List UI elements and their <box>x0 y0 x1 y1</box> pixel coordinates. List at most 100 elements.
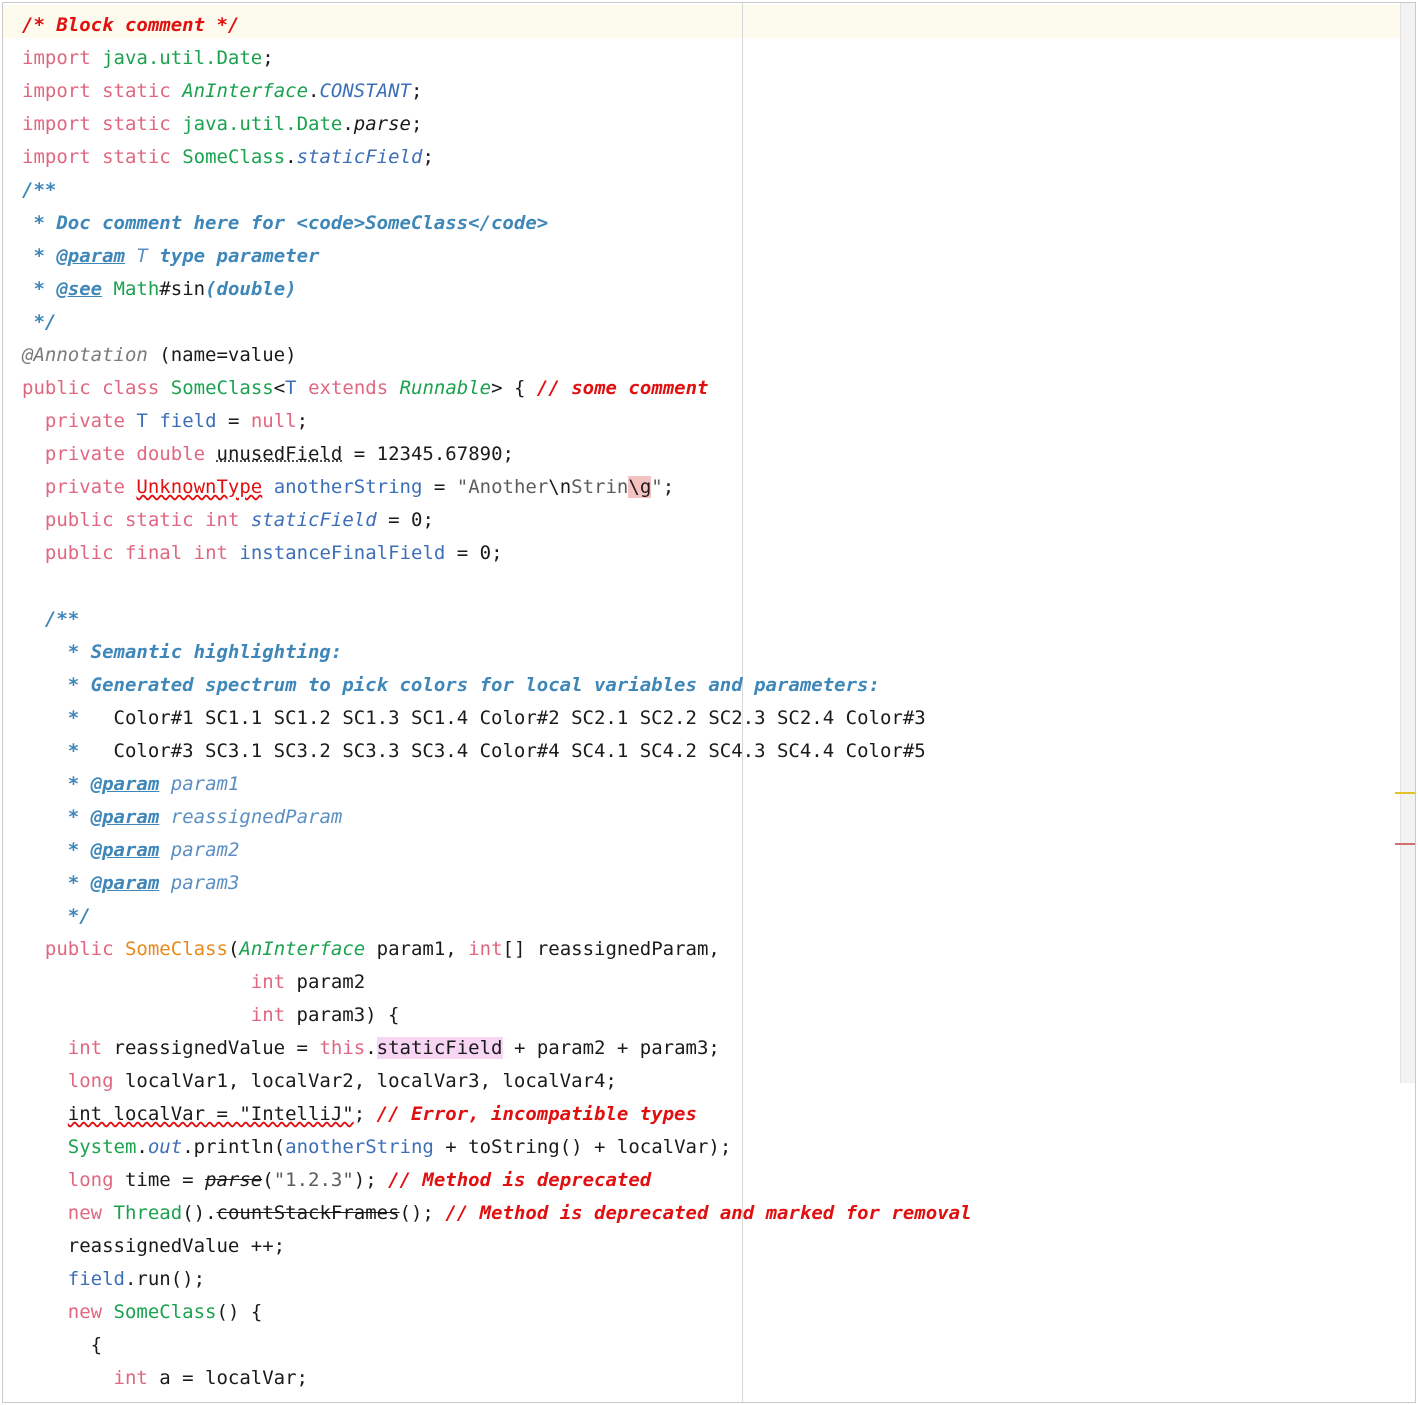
code-line[interactable]: private UnknownType anotherString = "Ano… <box>22 471 674 504</box>
code-token: ; <box>422 146 434 168</box>
code-token: ( <box>227 938 240 960</box>
code-line[interactable]: private T field = null; <box>22 405 308 438</box>
code-token: Math <box>113 278 160 300</box>
code-line[interactable]: * Generated spectrum to pick colors for … <box>22 669 880 702</box>
code-line[interactable]: /** <box>22 603 79 636</box>
code-token: (double) <box>205 278 297 300</box>
code-line[interactable]: int a = localVar; <box>22 1362 308 1395</box>
code-line[interactable]: reassignedValue ++; <box>22 1230 285 1263</box>
code-token: reassignedParam <box>170 806 343 828</box>
code-token: param1, <box>365 938 469 960</box>
code-token: < <box>273 377 286 399</box>
code-token: int localVar = "IntelliJ" <box>67 1103 354 1125</box>
code-token: = 12345.67890; <box>342 443 514 465</box>
code-line[interactable]: long localVar1, localVar2, localVar3, lo… <box>22 1065 617 1098</box>
code-token: param3 <box>170 872 240 894</box>
code-line[interactable]: import static SomeClass.staticField; <box>22 141 434 174</box>
code-token: # <box>159 278 171 300</box>
code-token: instanceFinalField <box>239 542 446 564</box>
code-line[interactable]: import static java.util.Date.parse; <box>22 108 422 141</box>
code-line[interactable]: new Thread().countStackFrames(); // Meth… <box>22 1197 972 1230</box>
code-token: . <box>136 1136 148 1158</box>
code-line[interactable]: int reassignedValue = this.staticField +… <box>22 1032 720 1065</box>
error-stripe-marker[interactable] <box>1395 843 1415 845</box>
code-token: import <box>22 80 91 102</box>
code-line[interactable]: /* Block comment */ <box>22 9 239 42</box>
code-line[interactable]: @Annotation (name=value) <box>22 339 297 372</box>
code-token: param3) { <box>285 1004 400 1026</box>
code-token: int <box>193 542 228 564</box>
code-line[interactable]: * Color#1 SC1.1 SC1.2 SC1.3 SC1.4 Color#… <box>22 702 926 735</box>
code-token: SomeClass <box>170 377 274 399</box>
code-line[interactable]: import java.util.Date; <box>22 42 274 75</box>
code-token: // some comment <box>536 377 709 399</box>
code-line[interactable]: import static AnInterface.CONSTANT; <box>22 75 422 108</box>
code-line[interactable]: * @param reassignedParam <box>22 801 343 834</box>
code-line[interactable]: int param3) { <box>22 999 400 1032</box>
code-line[interactable]: public final int instanceFinalField = 0; <box>22 537 503 570</box>
code-line[interactable]: /** <box>22 174 56 207</box>
code-line[interactable]: } <box>22 1395 102 1402</box>
code-token: ; <box>296 410 309 432</box>
code-line[interactable]: public SomeClass(AnInterface param1, int… <box>22 933 720 966</box>
code-token: * <box>67 707 91 729</box>
code-token: unusedField <box>216 443 343 465</box>
code-line[interactable]: * @param param1 <box>22 768 240 801</box>
code-editor[interactable]: /* Block comment */ import java.util.Date… <box>2 2 1416 1403</box>
code-line[interactable]: public class SomeClass<T extends Runnabl… <box>22 372 708 405</box>
code-token: SomeClass <box>113 1301 217 1323</box>
code-token: param2 <box>285 971 366 993</box>
code-line[interactable]: * @param param2 <box>22 834 240 867</box>
code-token: \g <box>628 476 652 498</box>
code-token: * <box>22 278 57 300</box>
code-line[interactable]: System.out.println(anotherString + toStr… <box>22 1131 732 1164</box>
code-line[interactable]: * @see Math#sin(double) <box>22 273 297 306</box>
code-token: UnknownType <box>136 476 263 498</box>
code-line[interactable]: field.run(); <box>22 1263 205 1296</box>
vertical-scrollbar[interactable] <box>1400 3 1415 1083</box>
code-line[interactable]: int localVar = "IntelliJ"; // Error, inc… <box>22 1098 697 1131</box>
code-line[interactable]: * Semantic highlighting: <box>22 636 343 669</box>
code-line[interactable]: */ <box>22 306 56 339</box>
code-line[interactable]: new SomeClass() { <box>22 1296 263 1329</box>
code-line[interactable]: private double unusedField = 12345.67890… <box>22 438 514 471</box>
code-token: final <box>124 542 183 564</box>
code-token: ( <box>262 1169 274 1191</box>
code-line[interactable]: * @param param3 <box>22 867 240 900</box>
code-line[interactable]: { <box>22 1329 102 1362</box>
code-token: /** <box>22 179 57 201</box>
code-line[interactable]: * Doc comment here for <code>SomeClass</… <box>22 207 548 240</box>
code-token: private <box>44 410 125 432</box>
code-line[interactable]: int param2 <box>22 966 365 999</box>
code-token: ; <box>262 47 274 69</box>
code-token: " <box>651 476 663 498</box>
code-line[interactable]: long time = parse("1.2.3"); // Method is… <box>22 1164 651 1197</box>
code-token: Color#1 SC1.1 SC1.2 SC1.3 SC1.4 Color#2 … <box>90 707 926 729</box>
code-line[interactable]: public static int staticField = 0; <box>22 504 434 537</box>
code-token: sin <box>170 278 206 300</box>
code-token: @param <box>90 806 160 828</box>
code-line[interactable]: */ <box>22 900 91 933</box>
code-line[interactable]: * @param T type parameter <box>22 240 319 273</box>
warning-stripe-marker[interactable] <box>1395 792 1415 794</box>
code-token: AnInterface <box>239 938 366 960</box>
code-token: static <box>124 509 194 531</box>
code-token: * <box>67 806 91 828</box>
code-line[interactable]: * Color#3 SC3.1 SC3.2 SC3.3 SC3.4 Color#… <box>22 735 926 768</box>
